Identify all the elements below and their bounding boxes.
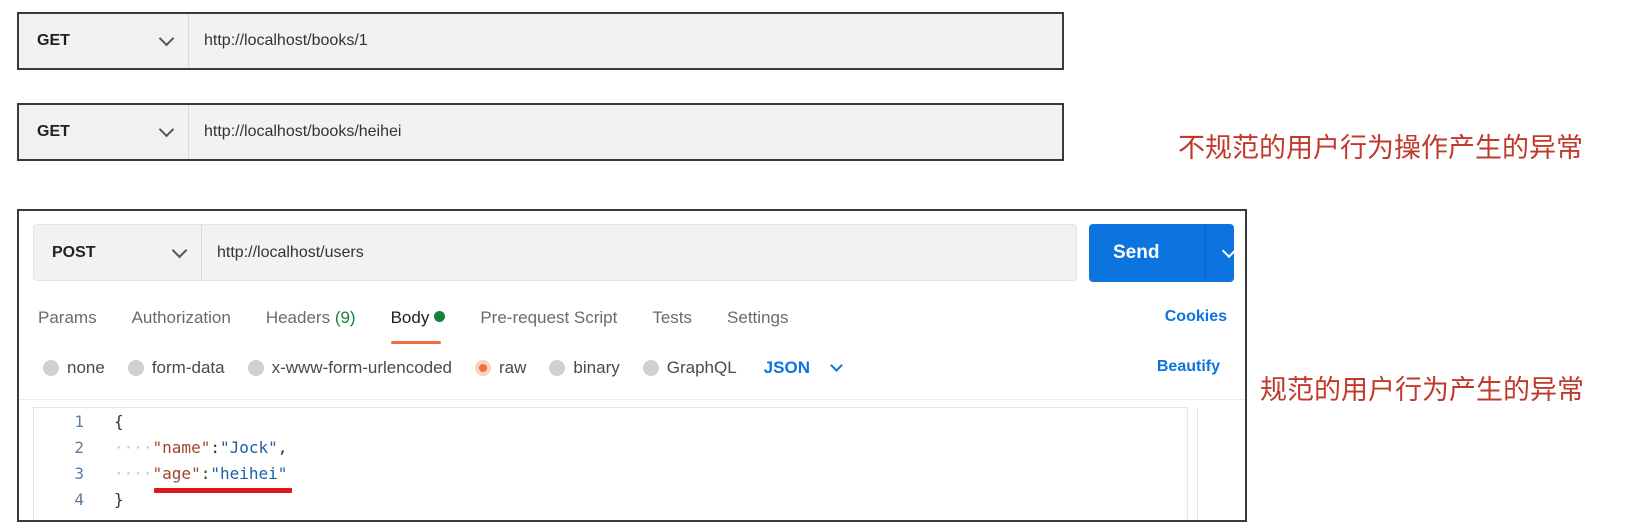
- code-text: ····"name":"Jock",: [114, 437, 288, 457]
- tab-body[interactable]: Body: [390, 308, 446, 344]
- radio-circle-selected: [475, 360, 492, 376]
- code-editor[interactable]: 1 { 2 ····"name":"Jock", 3 ····"age":"he…: [33, 407, 1198, 520]
- line-number: 4: [74, 489, 84, 509]
- url-text: http://localhost/books/1: [204, 32, 368, 49]
- url-input[interactable]: http://localhost/books/heihei: [189, 105, 401, 159]
- method-dropdown[interactable]: GET: [19, 105, 189, 159]
- radio-binary[interactable]: binary: [549, 358, 620, 378]
- radio-form-data[interactable]: form-data: [127, 358, 225, 378]
- url-text: http://localhost/users: [217, 243, 364, 261]
- editor-line: 2 ····"name":"Jock",: [34, 434, 287, 460]
- method-dropdown[interactable]: POST: [34, 225, 202, 280]
- editor-line: 1 {: [34, 408, 123, 434]
- chevron-down-icon[interactable]: [1221, 243, 1237, 258]
- chevron-down-icon: [158, 121, 175, 138]
- request-tabs: Params Authorization Headers (9) Body Pr…: [38, 308, 823, 344]
- cookies-link[interactable]: Cookies: [1165, 308, 1227, 326]
- request-bar-2: GET http://localhost/books/heihei: [17, 103, 1064, 161]
- tab-headers-label: Headers: [265, 308, 331, 327]
- radio-none[interactable]: none: [43, 358, 105, 378]
- divider: [19, 399, 1245, 400]
- send-divider: [1205, 224, 1206, 282]
- editor-line: 3 ····"age":"heihei": [34, 460, 287, 486]
- tab-authorization[interactable]: Authorization: [132, 308, 231, 328]
- code-text: {: [114, 411, 124, 431]
- beautify-link[interactable]: Beautify: [1157, 358, 1220, 376]
- radio-label: binary: [573, 358, 620, 377]
- chevron-down-icon: [171, 242, 188, 258]
- tab-body-label: Body: [390, 308, 430, 327]
- radio-label: raw: [499, 358, 527, 377]
- annotation-irregular: 不规范的用户行为操作产生的异常: [1178, 133, 1583, 164]
- red-underline-annotation: [154, 488, 292, 493]
- format-label: JSON: [763, 358, 810, 377]
- radio-label: x-www-form-urlencoded: [271, 358, 453, 377]
- chevron-down-icon: [158, 30, 175, 47]
- send-button[interactable]: Send: [1089, 224, 1237, 282]
- tab-pre-request-script[interactable]: Pre-request Script: [480, 308, 617, 328]
- postman-request-panel: POST http://localhost/users Send Params …: [17, 209, 1247, 522]
- line-number: 3: [74, 463, 84, 483]
- radio-circle: [43, 360, 59, 376]
- radio-circle: [247, 360, 264, 376]
- method-label: POST: [52, 243, 96, 261]
- radio-label: none: [67, 358, 105, 377]
- tab-headers[interactable]: Headers (9): [266, 308, 356, 328]
- radio-circle: [642, 360, 659, 376]
- url-text: http://localhost/books/heihei: [204, 123, 402, 140]
- line-number: 1: [74, 411, 84, 431]
- format-dropdown[interactable]: JSON: [763, 358, 843, 378]
- url-input[interactable]: http://localhost/users: [202, 225, 364, 280]
- tab-settings[interactable]: Settings: [727, 308, 788, 328]
- url-input[interactable]: http://localhost/books/1: [189, 14, 368, 68]
- request-bar-3: POST http://localhost/users: [33, 224, 1077, 281]
- radio-circle: [549, 360, 566, 376]
- body-type-selector: none form-data x-www-form-urlencoded raw…: [43, 358, 843, 378]
- code-text: }: [114, 489, 124, 509]
- radio-graphql[interactable]: GraphQL: [642, 358, 737, 378]
- radio-raw[interactable]: raw: [475, 358, 526, 378]
- line-number: 2: [74, 437, 84, 457]
- tab-tests[interactable]: Tests: [652, 308, 692, 328]
- editor-scrollbar-track[interactable]: [1197, 408, 1198, 520]
- radio-urlencoded[interactable]: x-www-form-urlencoded: [247, 358, 453, 378]
- radio-label: GraphQL: [666, 358, 737, 377]
- radio-label: form-data: [151, 358, 225, 377]
- code-text: ····"age":"heihei": [114, 463, 288, 483]
- chevron-down-icon: [830, 359, 843, 372]
- body-status-dot: [434, 311, 446, 322]
- active-tab-underline: [390, 341, 442, 344]
- send-label: Send: [1113, 242, 1160, 263]
- editor-line: 4 }: [34, 486, 123, 512]
- method-dropdown[interactable]: GET: [19, 14, 189, 68]
- tab-params[interactable]: Params: [38, 308, 97, 328]
- method-label: GET: [37, 123, 70, 140]
- annotation-regular: 规范的用户行为产生的异常: [1260, 375, 1584, 406]
- request-bar-1: GET http://localhost/books/1: [17, 12, 1064, 70]
- method-label: GET: [37, 32, 70, 49]
- radio-circle: [127, 360, 144, 376]
- headers-count-badge: (9): [334, 308, 356, 327]
